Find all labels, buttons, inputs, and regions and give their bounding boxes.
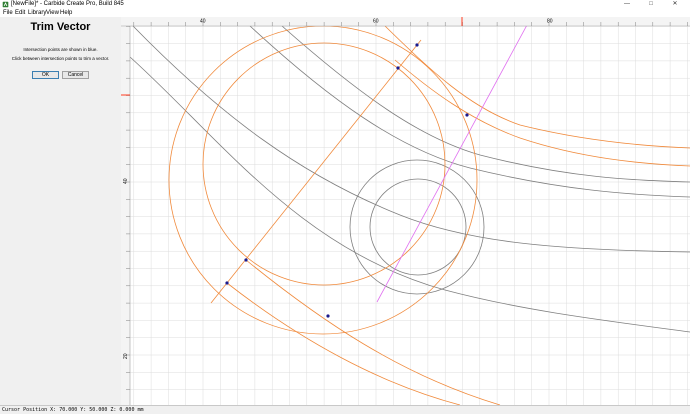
menu-help[interactable]: Help bbox=[60, 9, 72, 17]
intersection-point[interactable] bbox=[415, 43, 419, 47]
ruler-label-top: 80 bbox=[547, 19, 553, 25]
title-bar: [NewFile]* - Carbide Create Pro, Build 8… bbox=[0, 0, 690, 9]
left-ruler bbox=[121, 26, 130, 405]
menu-bar: File Edit Library View Help bbox=[0, 9, 690, 17]
menu-view[interactable]: View bbox=[46, 9, 59, 17]
menu-library[interactable]: Library bbox=[28, 9, 46, 17]
intersection-point[interactable] bbox=[396, 66, 400, 70]
carbide-create-icon bbox=[2, 1, 9, 8]
ok-button[interactable]: OK bbox=[32, 71, 59, 79]
intersection-point[interactable] bbox=[465, 113, 469, 117]
close-button[interactable]: ✕ bbox=[666, 0, 684, 9]
window-title: [NewFile]* - Carbide Create Pro, Build 8… bbox=[11, 1, 124, 7]
ruler-label-top: 60 bbox=[373, 19, 379, 25]
ruler-label-top: 40 bbox=[200, 19, 206, 25]
ruler-label-left: 40 bbox=[123, 178, 129, 184]
intersection-point[interactable] bbox=[326, 314, 330, 318]
panel-title: Trim Vector bbox=[30, 21, 91, 33]
menu-edit[interactable]: Edit bbox=[15, 9, 25, 17]
cursor-position-readout: Cursor Position X: 70.000 Y: 50.000 Z: 0… bbox=[2, 407, 144, 413]
instruction-text-1: Intersection points are shown in blue. bbox=[23, 47, 98, 52]
intersection-point[interactable] bbox=[244, 258, 248, 262]
menu-file[interactable]: File bbox=[3, 9, 13, 17]
canvas-drawing[interactable]: 40 60 80 40 20 bbox=[121, 17, 690, 405]
drawing-surface[interactable] bbox=[130, 26, 690, 405]
cancel-button[interactable]: Cancel bbox=[62, 71, 89, 79]
top-ruler bbox=[121, 17, 690, 26]
status-bar: Cursor Position X: 70.000 Y: 50.000 Z: 0… bbox=[0, 405, 690, 414]
trim-vector-panel: Trim Vector Intersection points are show… bbox=[0, 17, 121, 405]
intersection-point[interactable] bbox=[225, 281, 229, 285]
minimize-button[interactable]: — bbox=[618, 0, 636, 9]
instruction-text-2: Click between intersection points to tri… bbox=[11, 56, 110, 61]
maximize-button[interactable]: □ bbox=[642, 0, 660, 9]
ruler-label-left: 20 bbox=[123, 353, 129, 359]
design-canvas[interactable]: 40 60 80 40 20 bbox=[121, 17, 690, 405]
